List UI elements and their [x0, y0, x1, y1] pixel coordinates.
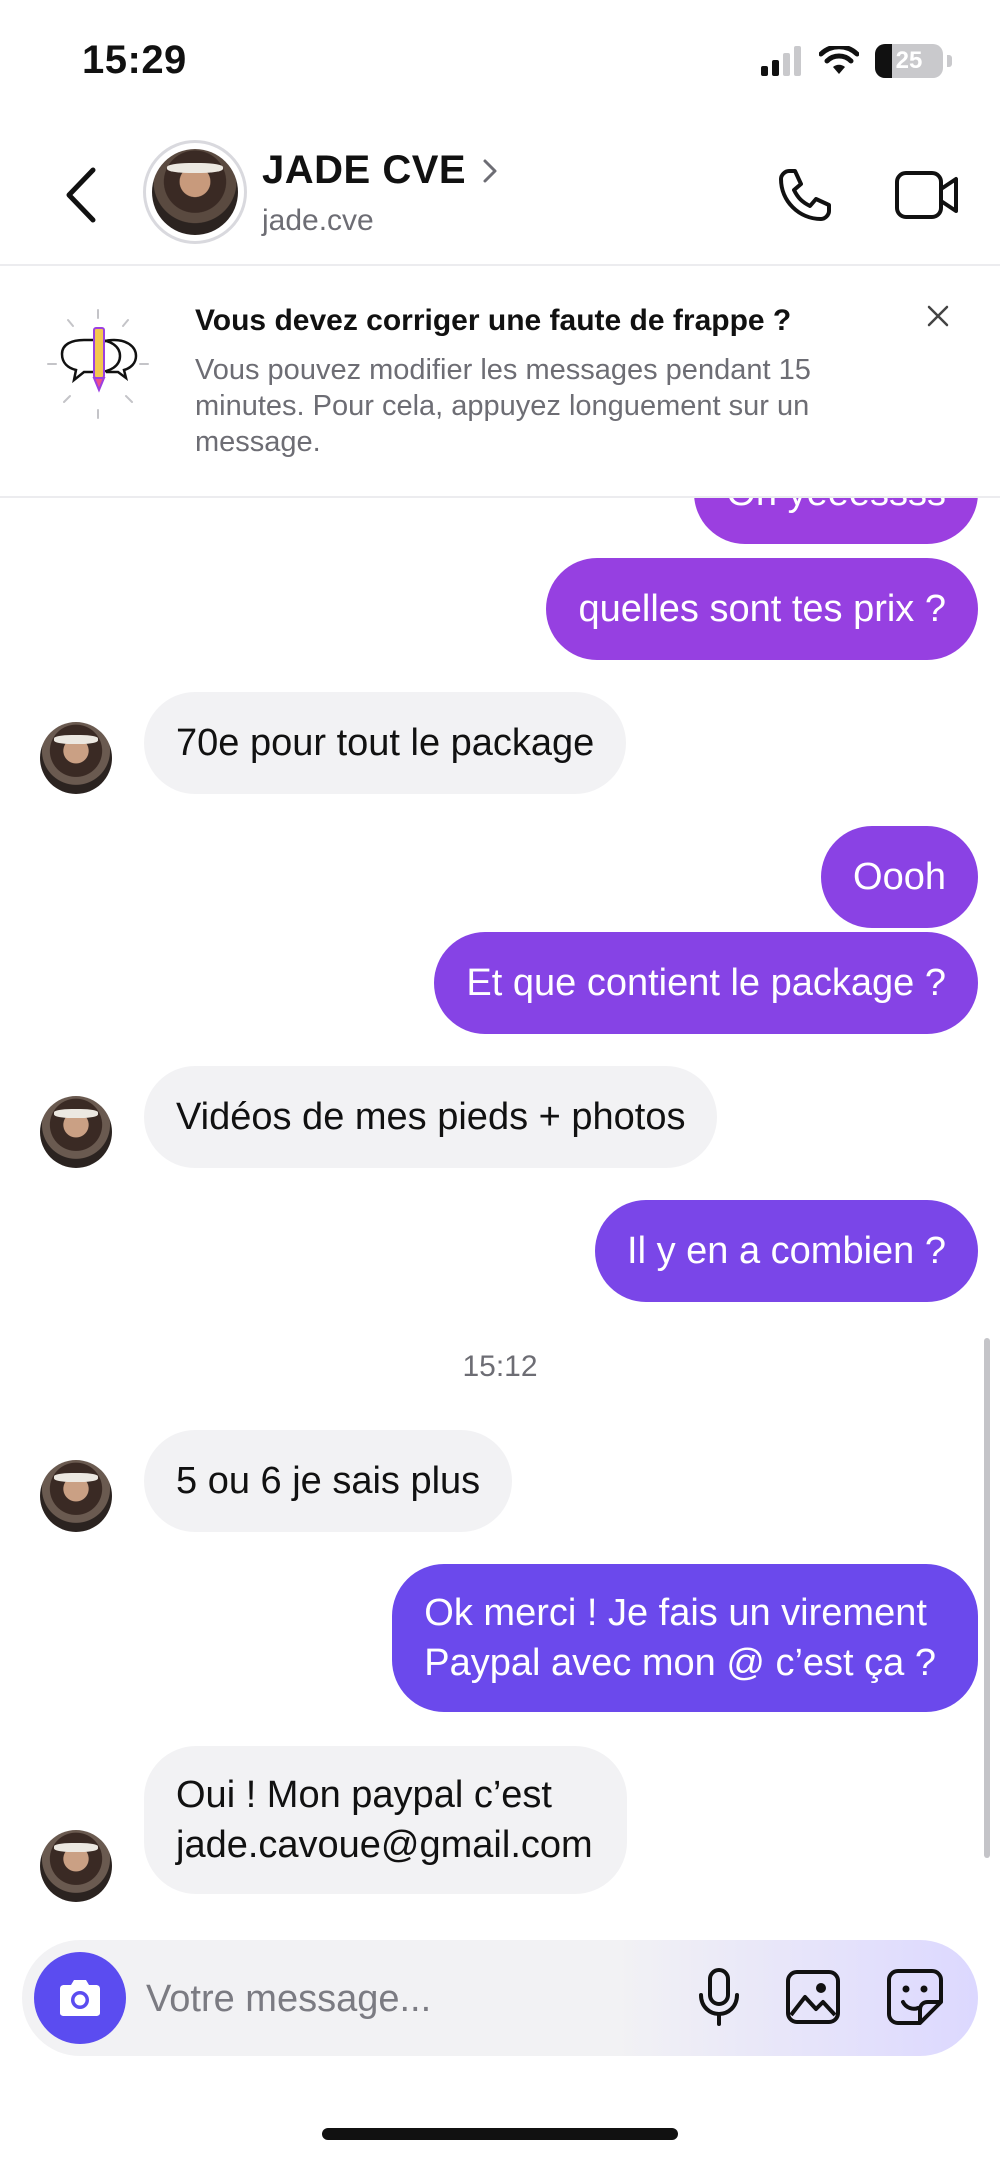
contact-message-avatar[interactable] — [40, 722, 112, 794]
image-icon — [786, 1970, 840, 2024]
microphone-icon — [699, 1968, 739, 2026]
chat-screen: 15:29 25 JADE CVE jade.cve Vous devez co… — [0, 0, 1000, 2165]
contact-message-avatar[interactable] — [40, 1460, 112, 1532]
status-time: 15:29 — [82, 38, 187, 82]
message-bubble-out[interactable]: Ok merci ! Je fais un virement Paypal av… — [392, 1564, 978, 1712]
message-composer — [22, 1940, 978, 2056]
chevron-right-icon — [483, 159, 497, 182]
sticker-icon — [887, 1969, 943, 2025]
status-bar: 15:29 25 — [0, 0, 1000, 120]
camera-icon — [60, 1980, 100, 2016]
conversation-header: JADE CVE jade.cve — [0, 130, 1000, 266]
video-camera-icon — [895, 171, 958, 219]
message-input[interactable] — [144, 1968, 668, 2030]
voice-message-button[interactable] — [686, 1964, 752, 2030]
tip-title: Vous devez corriger une faute de frappe … — [195, 304, 792, 337]
voice-call-button[interactable] — [772, 160, 838, 230]
wifi-icon — [819, 46, 859, 74]
edit-tip-banner: Vous devez corriger une faute de frappe … — [0, 266, 1000, 498]
video-call-button[interactable] — [892, 160, 962, 230]
message-bubble-in[interactable]: Oui ! Mon paypal c’est jade.cavoue@gmail… — [144, 1746, 627, 1894]
edit-message-illustration-icon — [47, 309, 149, 419]
message-bubble-in[interactable]: 5 ou 6 je sais plus — [144, 1430, 513, 1532]
contact-message-avatar[interactable] — [40, 1096, 112, 1168]
contact-handle: jade.cve — [262, 204, 374, 237]
message-bubble-out[interactable]: quelles sont tes prix ? — [546, 558, 978, 660]
battery-fill — [875, 44, 892, 78]
gallery-button[interactable] — [780, 1964, 846, 2030]
cellular-signal-icon — [761, 46, 801, 76]
tip-body: Vous pouvez modifier les messages pendan… — [195, 354, 811, 458]
message-bubble-in[interactable]: Vidéos de mes pieds + photos — [144, 1066, 718, 1168]
message-bubble-in[interactable]: 70e pour tout le package — [144, 692, 627, 794]
contact-avatar[interactable] — [143, 140, 247, 244]
contact-name-row[interactable]: JADE CVE — [262, 148, 498, 193]
sticker-button[interactable] — [882, 1964, 948, 2030]
tip-close-button[interactable] — [916, 294, 960, 338]
close-icon — [927, 305, 949, 327]
contact-avatar-image — [152, 149, 238, 235]
message-list-scrollbar[interactable] — [984, 1338, 990, 1858]
home-indicator[interactable] — [322, 2128, 678, 2140]
phone-icon — [779, 169, 831, 221]
status-icons: 25 — [761, 44, 952, 78]
message-bubble-out[interactable]: Oh yeeessss — [694, 496, 978, 544]
battery-indicator: 25 — [875, 44, 943, 78]
battery-tip — [947, 55, 952, 67]
contact-message-avatar[interactable] — [40, 1830, 112, 1902]
camera-button[interactable] — [34, 1952, 126, 2044]
back-button[interactable] — [56, 160, 106, 230]
message-bubble-out[interactable]: Oooh — [821, 826, 978, 928]
message-bubble-out[interactable]: Il y en a combien ? — [595, 1200, 978, 1302]
message-list[interactable]: Oh yeeessss quelles sont tes prix ? 70e … — [0, 496, 1000, 1916]
message-timestamp: 15:12 — [462, 1350, 538, 1383]
chevron-left-icon — [66, 167, 96, 223]
battery-percent: 25 — [895, 47, 923, 74]
message-bubble-out[interactable]: Et que contient le package ? — [434, 932, 978, 1034]
contact-name: JADE CVE — [262, 148, 467, 192]
